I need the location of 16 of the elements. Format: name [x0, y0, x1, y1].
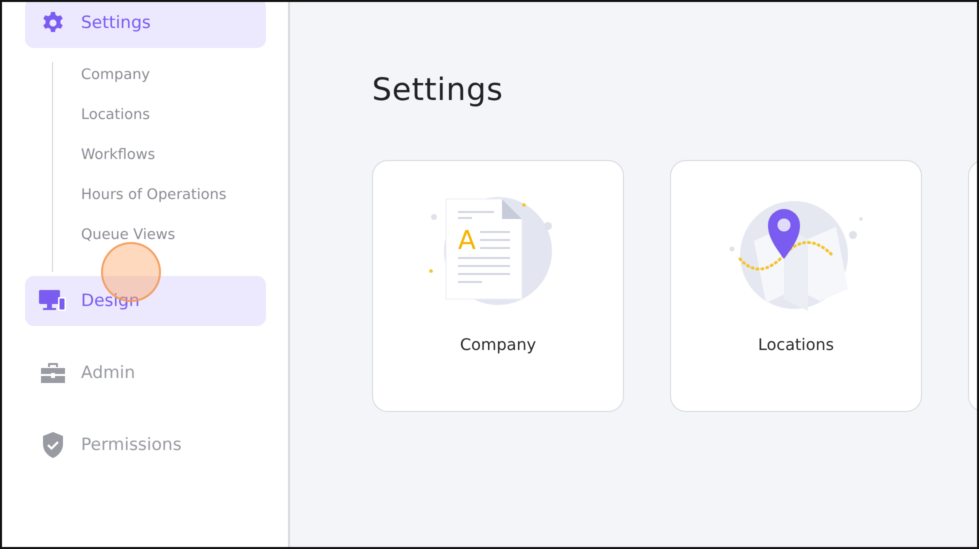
submenu-item[interactable]: Locations [81, 95, 266, 135]
nav-item[interactable]: Admin [25, 348, 266, 398]
nav-item[interactable]: Design [25, 276, 266, 326]
submenu-item[interactable]: Workflows [81, 135, 266, 175]
submenu-item[interactable]: Hours of Operations [81, 175, 266, 215]
settings-card[interactable]: Locations [670, 160, 922, 412]
gear-icon [41, 11, 65, 35]
nav-item[interactable]: Settings [25, 2, 266, 48]
page-title: Settings [372, 72, 504, 108]
settings-card[interactable]: A Company [372, 160, 624, 412]
monitor-phone-icon [39, 289, 67, 313]
submenu-item[interactable]: Company [81, 55, 266, 95]
briefcase-icon [40, 362, 66, 384]
nav-item[interactable]: Permissions [25, 420, 266, 470]
shield-check-icon [41, 431, 65, 459]
submenu-item[interactable]: Queue Views [81, 215, 266, 255]
